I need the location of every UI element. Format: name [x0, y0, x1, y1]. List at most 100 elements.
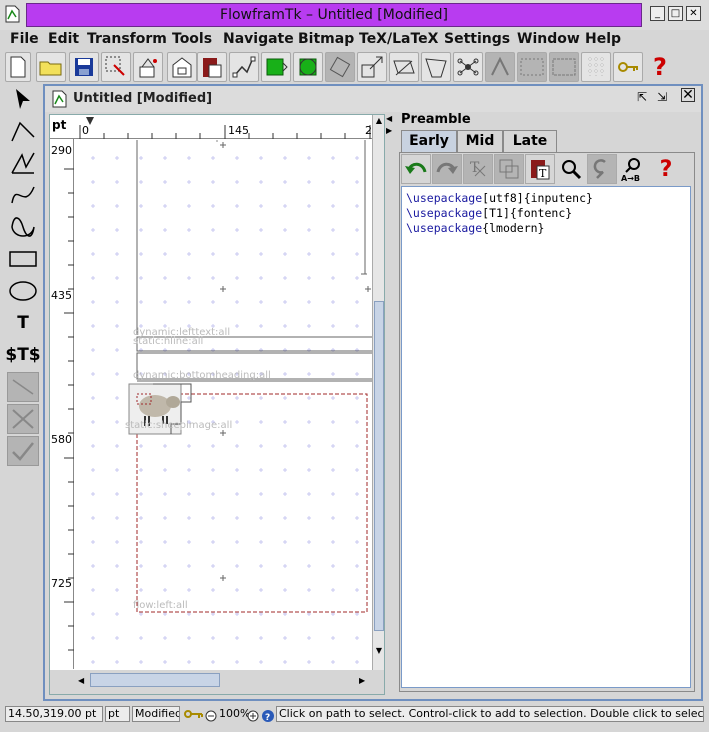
select-all-icon[interactable] — [101, 52, 131, 82]
path-edit-icon[interactable] — [229, 52, 259, 82]
redo-icon[interactable] — [432, 154, 462, 184]
paste-icon[interactable]: T — [525, 154, 555, 184]
scroll-up-icon[interactable]: ▲ — [373, 115, 384, 127]
frame-icon[interactable] — [261, 52, 291, 82]
new-file-icon[interactable] — [5, 52, 31, 82]
collapse-left-icon[interactable]: ◀ — [386, 114, 392, 123]
ellipse-tool-icon[interactable] — [7, 276, 39, 306]
menu-tex-latex[interactable]: TeX/LaTeX — [359, 31, 438, 47]
grid-icon[interactable] — [517, 52, 547, 82]
menu-settings[interactable]: Settings — [444, 31, 510, 47]
iconify-icon[interactable]: ⇱ — [637, 90, 647, 104]
rotate-icon[interactable] — [325, 52, 355, 82]
scroll-left-icon[interactable]: ◀ — [78, 676, 84, 685]
replace-icon[interactable]: A→B — [618, 154, 648, 184]
maximize-doc-icon[interactable]: ⇲ — [657, 90, 667, 104]
tab-mid[interactable]: Mid — [457, 130, 503, 152]
key-icon[interactable] — [613, 52, 643, 82]
ruler-tick-label: 0 — [82, 124, 89, 137]
preamble-editor[interactable]: \usepackage[utf8]{inputenc} \usepackage[… — [401, 186, 691, 688]
closed-curve-icon[interactable] — [7, 212, 39, 242]
closed-line-icon[interactable] — [7, 148, 39, 178]
help-icon[interactable]: ? — [651, 154, 681, 184]
rectangle-tool-icon[interactable] — [7, 244, 39, 274]
save-icon[interactable] — [69, 52, 99, 82]
menu-window[interactable]: Window — [517, 31, 580, 47]
latex-command: \usepackage — [406, 206, 483, 220]
cut-icon[interactable]: T — [463, 154, 493, 184]
tab-late[interactable]: Late — [503, 130, 557, 152]
canvas-label: dynamic:bottomheading:all — [133, 370, 271, 381]
page-icon[interactable] — [167, 52, 197, 82]
document-title-bar: Untitled [Modified] ⇱ ⇲ ✕ — [45, 86, 701, 112]
menu-file[interactable]: File — [10, 31, 39, 47]
info-icon[interactable]: ? — [262, 708, 274, 724]
gap-tool-icon[interactable] — [7, 372, 39, 402]
drawing-canvas[interactable]: dynamic:lefttext:all static:hline:all dy… — [75, 140, 372, 669]
preamble-line: \usepackage[T1]{fontenc} — [406, 206, 686, 221]
app-icon — [5, 5, 20, 23]
ruler-tick-label: 145 — [228, 124, 249, 137]
horizontal-scrollbar[interactable]: ◀ ▶ — [50, 670, 384, 694]
maximize-icon[interactable]: □ — [668, 6, 683, 21]
close-icon[interactable]: ✕ — [686, 6, 701, 21]
cut-icon[interactable] — [133, 52, 163, 82]
latex-command: \usepackage — [406, 191, 483, 205]
latex-command: \usepackage — [406, 221, 483, 235]
abandon-tool-icon[interactable] — [7, 404, 39, 434]
ruler-tick-label: 725 — [51, 577, 72, 590]
find-icon[interactable] — [556, 154, 586, 184]
distort-icon[interactable] — [421, 52, 451, 82]
help-icon[interactable]: ? — [645, 52, 675, 82]
vertical-ruler: 290 435 580 725 — [50, 139, 74, 669]
svg-text:?: ? — [265, 713, 270, 723]
copy-icon[interactable] — [494, 154, 524, 184]
node-icon[interactable] — [453, 52, 483, 82]
curve-tool-icon[interactable] — [7, 180, 39, 210]
select-arrow-icon[interactable] — [7, 84, 39, 114]
menu-transform[interactable]: Transform — [87, 31, 167, 47]
close-doc-icon[interactable]: ✕ — [681, 88, 695, 102]
tool-palette: T $T$ — [5, 84, 41, 474]
scroll-down-icon[interactable]: ▼ — [373, 645, 384, 657]
preamble-panel: Preamble Early Mid Late T T A→B ? \usepa… — [395, 112, 699, 697]
math-text-tool-icon[interactable]: $T$ — [5, 340, 40, 370]
text-tool-icon[interactable]: T — [7, 308, 39, 338]
scroll-right-icon[interactable]: ▶ — [359, 676, 365, 685]
vertical-scroll-thumb[interactable] — [374, 301, 384, 631]
vertical-scrollbar[interactable]: ▲ ▼ — [372, 115, 384, 670]
menu-tools[interactable]: Tools — [172, 31, 212, 47]
finish-tool-icon[interactable] — [7, 436, 39, 466]
grid2-icon[interactable] — [549, 52, 579, 82]
open-folder-icon[interactable] — [36, 52, 66, 82]
menu-bitmap[interactable]: Bitmap — [298, 31, 354, 47]
find-again-icon[interactable] — [587, 154, 617, 184]
menu-help[interactable]: Help — [585, 31, 621, 47]
zoom-out-icon[interactable] — [205, 708, 217, 724]
line-tool-icon[interactable] — [7, 116, 39, 146]
key-icon[interactable] — [183, 706, 203, 722]
canvas-shapes — [75, 140, 372, 669]
unit-display[interactable]: pt — [105, 706, 130, 722]
library-icon[interactable] — [197, 52, 227, 82]
tex-icon[interactable] — [485, 52, 515, 82]
scale-icon[interactable] — [357, 52, 387, 82]
split-pane-divider[interactable]: ◀ ▶ — [385, 114, 395, 695]
shear-icon[interactable] — [389, 52, 419, 82]
zoom-in-icon[interactable] — [247, 708, 259, 724]
menu-edit[interactable]: Edit — [48, 31, 79, 47]
menu-navigate[interactable]: Navigate — [223, 31, 294, 47]
collapse-right-icon[interactable]: ▶ — [386, 126, 392, 135]
canvas-label: flow:left:all — [133, 600, 188, 611]
undo-icon[interactable] — [401, 154, 431, 184]
minimize-icon[interactable]: _ — [650, 6, 665, 21]
horizontal-scroll-thumb[interactable] — [90, 673, 220, 687]
horizontal-ruler: pt 0 145 2 — [50, 115, 372, 139]
latex-arguments: {lmodern} — [482, 221, 545, 235]
zoom-level[interactable]: 100% — [219, 707, 250, 720]
tab-early[interactable]: Early — [401, 130, 457, 152]
preamble-label: Preamble — [401, 112, 471, 127]
svg-text:A→B: A→B — [621, 174, 640, 182]
frame2-icon[interactable] — [293, 52, 323, 82]
lock-grid-icon[interactable] — [581, 52, 611, 82]
